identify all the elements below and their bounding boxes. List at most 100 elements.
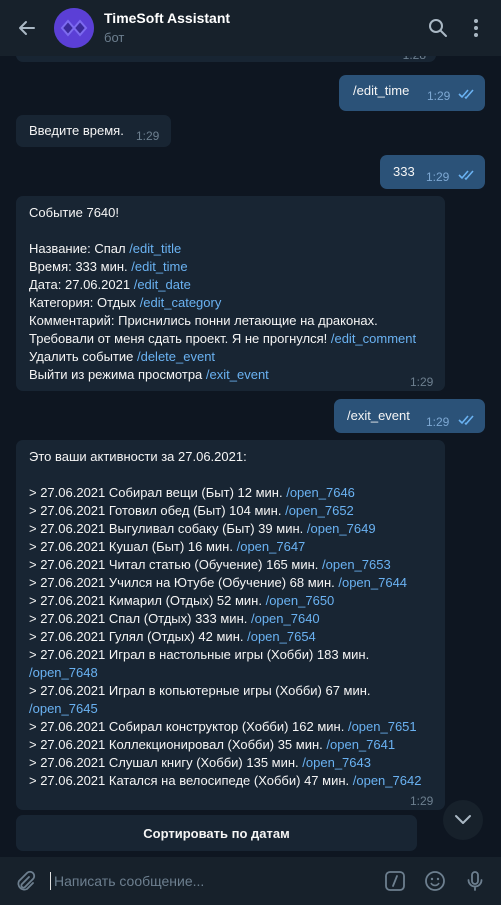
open-activity-command[interactable]: /open_7642 [353,773,422,788]
voice-button[interactable] [455,857,495,905]
message-incoming: Введите время. 1:29 [16,115,171,147]
activity-item: > 27.06.2021 Учился на Ютубе (Обучение) … [29,574,432,592]
activity-item: > 27.06.2021 Собирал конструктор (Хобби)… [29,718,432,736]
chat-subtitle: бот [104,30,125,45]
activity-text: > 27.06.2021 Выгуливал собаку (Быт) 39 м… [29,521,304,536]
chevron-down-icon [455,815,471,824]
timesoft-logo-icon [54,8,94,48]
search-icon [429,19,447,37]
message-outgoing: /exit_event 1:29 [334,399,485,433]
message-input[interactable]: Написать сообщение... [50,857,375,905]
activity-text: > 27.06.2021 Учился на Ютубе (Обучение) … [29,575,335,590]
event-time: Время: 333 мин. [29,259,128,274]
delete-event-command[interactable]: /delete_event [137,349,215,364]
open-activity-command[interactable]: /open_7650 [266,593,335,608]
chat-header: TimeSoft Assistant бот [0,0,501,56]
activity-item: > 27.06.2021 Читал статью (Обучение) 165… [29,556,432,574]
chat-title: TimeSoft Assistant [104,10,231,26]
activity-text: > 27.06.2021 Собирал конструктор (Хобби)… [29,719,345,734]
message-time: 1:29 [410,375,434,389]
message-text: 333 [393,164,415,179]
activity-text: > 27.06.2021 Готовил обед (Быт) 104 мин. [29,503,282,518]
open-activity-command[interactable]: /open_7648 [29,665,98,680]
microphone-icon [467,871,483,891]
activity-item: > 27.06.2021 Играл в копьютерные игры (Х… [29,682,432,718]
open-activity-command[interactable]: /open_7651 [348,719,417,734]
activity-text: > 27.06.2021 Гулял (Отдых) 42 мин. [29,629,244,644]
activity-item: > 27.06.2021 Слушал книгу (Хобби) 135 ми… [29,754,432,772]
open-activity-command[interactable]: /open_7645 [29,701,98,716]
double-check-icon [458,89,474,100]
open-activity-command[interactable]: /open_7654 [247,629,316,644]
open-activity-command[interactable]: /open_7652 [285,503,354,518]
chat-title-block[interactable]: TimeSoft Assistant бот [104,9,419,47]
message-text[interactable]: /edit_time [353,82,409,100]
event-comment-line2: Требовали от меня сдать проект. Я не про… [29,331,328,346]
activity-text: > 27.06.2021 Кушал (Быт) 16 мин. [29,539,233,554]
message-outgoing: /edit_time 1:29 [339,75,485,111]
activity-item: > 27.06.2021 Гулял (Отдых) 42 мин. /open… [29,628,432,646]
activity-text: > 27.06.2021 Коллекционировал (Хобби) 35… [29,737,323,752]
message-time: 1:29 [426,170,450,184]
event-date: Дата: 27.06.2021 [29,277,131,292]
event-comment-line1: Комментарий: Приснились понни летающие н… [29,313,378,328]
activity-text: > 27.06.2021 Слушал книгу (Хобби) 135 ми… [29,755,299,770]
emoji-button[interactable] [415,857,455,905]
open-activity-command[interactable]: /open_7644 [338,575,407,590]
edit-category-command[interactable]: /edit_category [140,295,222,310]
back-button[interactable] [0,0,54,56]
event-category: Категория: Отдых [29,295,137,310]
avatar[interactable] [54,8,94,48]
emoji-icon [425,871,445,891]
bot-commands-button[interactable] [375,857,415,905]
edit-date-command[interactable]: /edit_date [134,277,191,292]
edit-title-command[interactable]: /edit_title [129,241,181,256]
edit-comment-command[interactable]: /edit_comment [331,331,416,346]
activity-item: > 27.06.2021 Собирал вещи (Быт) 12 мин. … [29,484,432,502]
open-activity-command[interactable]: /open_7649 [307,521,376,536]
activity-item: > 27.06.2021 Коллекционировал (Хобби) 35… [29,736,432,754]
activity-item: > 27.06.2021 Кимарил (Отдых) 52 мин. /op… [29,592,432,610]
double-check-icon [458,170,474,181]
double-check-icon [458,415,474,426]
activity-text: > 27.06.2021 Кимарил (Отдых) 52 мин. [29,593,262,608]
message-time: 1:29 [427,89,451,103]
scroll-down-button[interactable] [443,800,483,840]
activity-list: > 27.06.2021 Собирал вещи (Быт) 12 мин. … [29,484,432,790]
activity-text: > 27.06.2021 Спал (Отдых) 333 мин. [29,611,248,626]
message-composer: Написать сообщение... [0,857,501,905]
activity-item: > 27.06.2021 Катался на велосипеде (Хобб… [29,772,432,790]
text-caret [50,872,51,890]
open-activity-command[interactable]: /open_7641 [326,737,395,752]
message-text[interactable]: /exit_event [347,407,410,425]
activity-text: > 27.06.2021 Катался на велосипеде (Хобб… [29,773,350,788]
event-name: Название: Спал [29,241,126,256]
search-button[interactable] [419,0,457,56]
exit-event-label: Выйти из режима просмотра [29,367,203,382]
message-text: Введите время. [29,123,124,138]
open-activity-command[interactable]: /open_7653 [322,557,391,572]
activity-item: > 27.06.2021 Выгуливал собаку (Быт) 39 м… [29,520,432,538]
open-activity-command[interactable]: /open_7646 [286,485,355,500]
exit-event-command[interactable]: /exit_event [206,367,269,382]
message-input-placeholder: Написать сообщение... [54,873,205,889]
open-activity-command[interactable]: /open_7640 [251,611,320,626]
sort-by-date-button[interactable]: Сортировать по датам [16,815,417,851]
activity-text: > 27.06.2021 Играл в настольные игры (Хо… [29,647,370,662]
message-time: 1:29 [426,415,450,429]
activity-item: > 27.06.2021 Кушал (Быт) 16 мин. /open_7… [29,538,432,556]
activity-text: > 27.06.2021 Читал статью (Обучение) 165… [29,557,319,572]
activities-heading: Это ваши активности за 27.06.2021: [29,449,247,464]
more-vertical-icon [474,19,478,37]
message-activities: Это ваши активности за 27.06.2021: > 27.… [16,440,445,810]
message-event-details: Событие 7640! Название: Спал /edit_title… [16,196,445,391]
activity-text: > 27.06.2021 Собирал вещи (Быт) 12 мин. [29,485,283,500]
open-activity-command[interactable]: /open_7643 [302,755,371,770]
menu-button[interactable] [457,0,495,56]
open-activity-command[interactable]: /open_7647 [237,539,306,554]
message-time: 1:29 [136,129,160,143]
event-heading: Событие 7640! [29,205,119,220]
activity-text: > 27.06.2021 Играл в копьютерные игры (Х… [29,683,371,698]
attach-button[interactable] [0,857,50,905]
edit-time-command[interactable]: /edit_time [131,259,187,274]
